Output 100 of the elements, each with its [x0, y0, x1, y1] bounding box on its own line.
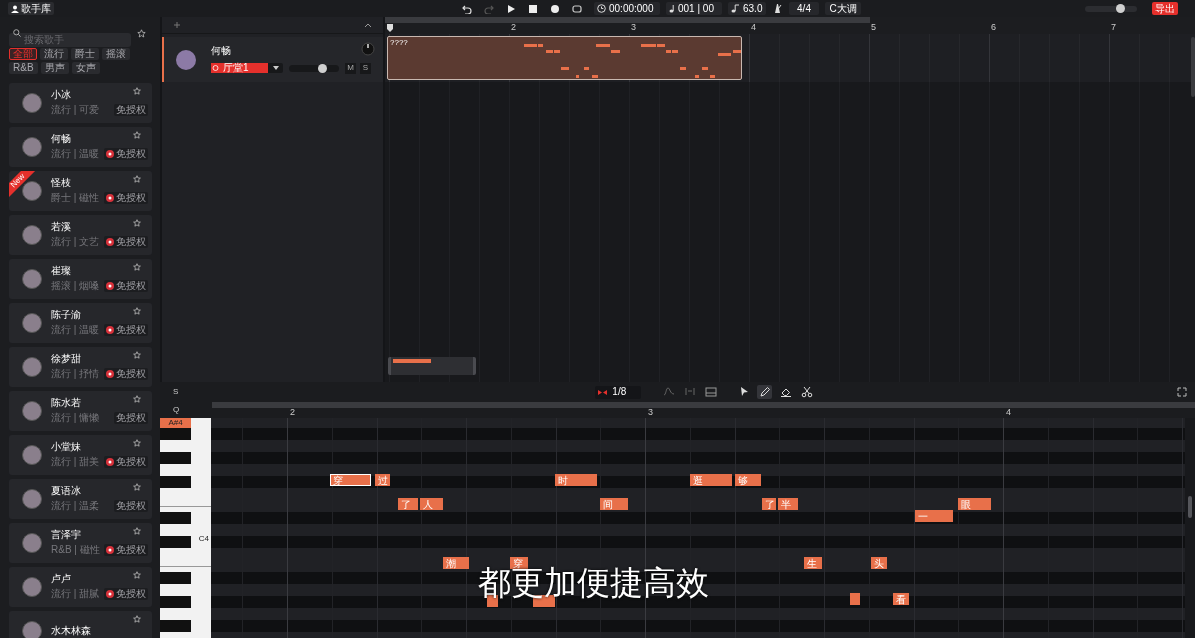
solo-button[interactable]: S	[360, 62, 371, 74]
filter-tag[interactable]: 男声	[40, 62, 69, 74]
license-badge: 免授权	[104, 544, 148, 556]
vertical-scrollbar[interactable]	[1188, 496, 1192, 518]
singer-name: 夏语冰	[51, 486, 81, 496]
tempo-value: 63.0	[743, 3, 763, 14]
octave-label: C4	[198, 535, 209, 543]
export-button[interactable]: 导出	[1152, 2, 1178, 15]
position-value: 001 | 00	[678, 3, 714, 14]
star-icon[interactable]	[137, 28, 146, 38]
avatar	[22, 489, 42, 509]
playhead-marker[interactable]	[387, 24, 393, 32]
star-icon[interactable]	[133, 263, 141, 271]
license-badge: 免授权	[104, 324, 148, 336]
star-icon[interactable]	[133, 527, 141, 535]
avatar	[22, 137, 42, 157]
singer-name: 陈水若	[51, 398, 81, 408]
minimap[interactable]	[388, 357, 476, 375]
filter-tag[interactable]: 摇滚	[102, 48, 130, 60]
collapse-icon[interactable]	[364, 21, 372, 29]
bar-number: 2	[290, 408, 295, 417]
filter-tag[interactable]: 流行	[40, 48, 68, 60]
star-icon[interactable]	[133, 395, 141, 403]
star-icon[interactable]	[133, 307, 141, 315]
avatar	[22, 269, 42, 289]
singer-card[interactable]: 陈子渝 流行 | 温暖 免授权	[9, 303, 152, 343]
search-icon	[13, 29, 21, 37]
singer-card[interactable]: 小冰 流行 | 可爱 免授权	[9, 83, 152, 123]
singer-name: 何畅	[51, 134, 71, 144]
volume-slider[interactable]	[289, 64, 339, 72]
singer-tags: 流行 | 温柔	[51, 501, 100, 511]
filter-tag[interactable]: 全部	[9, 48, 37, 60]
star-icon[interactable]	[133, 351, 141, 359]
timeline-scrollbar[interactable]	[385, 17, 870, 23]
loop-icon[interactable]	[572, 3, 582, 14]
play-icon[interactable]	[506, 3, 516, 14]
singer-card[interactable]: 陈水若 流行 | 慵懒 免授权	[9, 391, 152, 431]
singer-card[interactable]: 崔璨 摇滚 | 烟嗓 免授权	[9, 259, 152, 299]
filter-tag[interactable]: R&B	[9, 62, 38, 74]
track-header[interactable]: 何畅 厅堂1 M S	[162, 37, 383, 82]
mute-button[interactable]: M	[345, 62, 356, 74]
singer-card[interactable]: 夏语冰 流行 | 温柔 免授权	[9, 479, 152, 519]
tool-button[interactable]	[799, 385, 815, 399]
master-volume-slider[interactable]	[1085, 5, 1137, 12]
power-icon[interactable]	[211, 63, 220, 73]
star-icon[interactable]	[133, 483, 141, 491]
singer-library-button[interactable]: 歌手库	[8, 2, 54, 15]
tool-button[interactable]	[757, 385, 773, 399]
star-icon[interactable]	[133, 439, 141, 447]
bar-number: 6	[991, 23, 996, 32]
singer-name: 若溪	[51, 222, 71, 232]
star-icon[interactable]	[133, 571, 141, 579]
avatar	[22, 93, 42, 113]
singer-name: 小堂妹	[51, 442, 81, 452]
avatar	[176, 49, 196, 70]
license-badge: 免授权	[114, 104, 148, 116]
fullscreen-icon[interactable]	[1177, 387, 1187, 397]
minimap-note	[393, 359, 431, 363]
clip-label: ????	[390, 39, 408, 47]
bar-number: 2	[511, 23, 516, 32]
singer-card[interactable]: 水木林森	[9, 611, 152, 638]
filter-tag[interactable]: 女声	[71, 62, 100, 74]
bar-number: 3	[648, 408, 653, 417]
bar-number: 3	[631, 23, 636, 32]
singer-card[interactable]: 若溪 流行 | 文艺 免授权	[9, 215, 152, 255]
clock-icon	[597, 4, 606, 13]
singer-card[interactable]: 徐梦甜 流行 | 抒情 免授权	[9, 347, 152, 387]
singer-tags: 爵士 | 磁性	[51, 193, 100, 203]
undo-icon[interactable]	[462, 3, 472, 14]
metronome-icon[interactable]	[772, 3, 783, 14]
key-field[interactable]: C大调	[825, 2, 861, 15]
slider-thumb[interactable]	[317, 63, 327, 73]
snap-dropdown[interactable]: 1/8	[595, 385, 642, 399]
volume-knob[interactable]	[361, 42, 375, 56]
audio-clip[interactable]: ????	[387, 36, 742, 80]
star-icon[interactable]	[133, 175, 141, 183]
singer-card[interactable]: 卢卢 流行 | 甜腻 免授权	[9, 567, 152, 607]
singer-card[interactable]: 言泽宇 R&B | 磁性 免授权	[9, 523, 152, 563]
filter-tag[interactable]: 爵士	[71, 48, 99, 60]
license-badge: 免授权	[104, 280, 148, 292]
star-icon[interactable]	[133, 131, 141, 139]
timeline-scrollbar[interactable]	[212, 402, 1195, 408]
license-badge: 免授权	[104, 456, 148, 468]
preset-dropdown[interactable]: 厅堂1	[211, 63, 283, 73]
time-signature-field[interactable]: 4/4	[789, 2, 819, 15]
tempo-field[interactable]: 63.0	[728, 2, 766, 15]
slider-thumb[interactable]	[1115, 4, 1125, 13]
singer-card[interactable]: 小堂妹 流行 | 甜美 免授权	[9, 435, 152, 475]
star-icon[interactable]	[133, 87, 141, 95]
singer-tags: 流行 | 温暖	[51, 325, 100, 335]
license-badge: 免授权	[104, 236, 148, 248]
star-icon[interactable]	[133, 615, 141, 623]
singer-name: 陈子渝	[51, 310, 81, 320]
track-name: 何畅	[211, 45, 231, 56]
record-icon[interactable]	[550, 3, 560, 14]
star-icon[interactable]	[133, 219, 141, 227]
add-icon[interactable]	[173, 21, 181, 29]
stop-icon[interactable]	[528, 3, 538, 14]
snap-value: 1/8	[612, 387, 627, 397]
singer-card[interactable]: 何畅 流行 | 温暖 免授权	[9, 127, 152, 167]
